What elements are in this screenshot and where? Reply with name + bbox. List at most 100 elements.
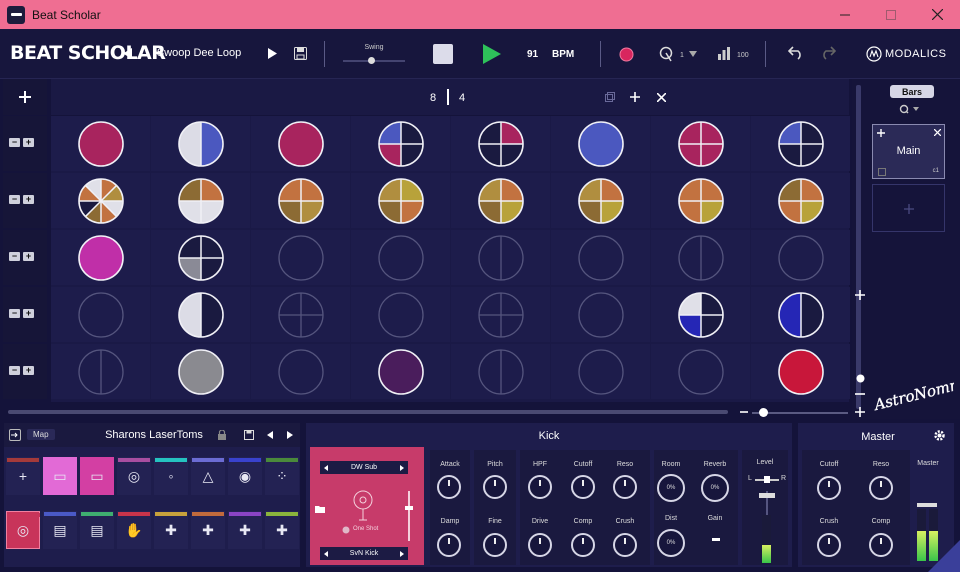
sample-top-selector[interactable]: DW Sub (320, 461, 408, 474)
resize-grip[interactable] (928, 540, 960, 572)
track-add-button[interactable]: + (23, 252, 34, 261)
add-pattern-slot[interactable] (872, 184, 945, 232)
level-handle[interactable] (759, 493, 775, 498)
step-cell[interactable] (151, 173, 250, 228)
master-cutoff-knob[interactable] (817, 476, 841, 500)
remove-step-icon[interactable] (655, 91, 667, 103)
play-button[interactable] (482, 43, 502, 65)
time-signature-bottom[interactable]: 4 (459, 92, 465, 104)
add-track-button[interactable] (15, 87, 35, 107)
loop-name[interactable]: Swoop Dee Loop (143, 47, 255, 59)
step-cell[interactable] (651, 173, 750, 228)
step-cell[interactable] (351, 116, 450, 171)
step-cell[interactable] (351, 344, 450, 399)
track-add-button[interactable]: + (23, 309, 34, 318)
crush-knob[interactable] (613, 533, 637, 557)
step-cell[interactable] (251, 173, 350, 228)
kit-pad[interactable]: ▤ (80, 511, 114, 549)
step-cell[interactable] (351, 287, 450, 342)
pattern-copy-icon[interactable] (877, 167, 886, 176)
bars-toggle[interactable]: Bars (890, 85, 934, 98)
track-remove-button[interactable]: − (9, 138, 20, 147)
step-cell[interactable] (551, 287, 650, 342)
step-cell[interactable] (51, 230, 150, 285)
kit-pad[interactable]: ◉ (228, 457, 262, 495)
add-pattern-icon[interactable] (876, 128, 885, 137)
stop-button[interactable] (433, 44, 453, 64)
step-cell[interactable] (651, 230, 750, 285)
track-add-button[interactable]: + (23, 195, 34, 204)
step-cell[interactable] (451, 116, 550, 171)
settings-gear-icon[interactable] (932, 428, 946, 442)
step-cell[interactable] (751, 116, 850, 171)
track-remove-button[interactable]: − (9, 309, 20, 318)
step-cell[interactable] (751, 287, 850, 342)
bpm-value[interactable]: 91 (527, 49, 538, 60)
step-cell[interactable] (251, 287, 350, 342)
master-reso-knob[interactable] (869, 476, 893, 500)
kit-menu-icon[interactable] (9, 429, 21, 441)
step-cell[interactable] (451, 230, 550, 285)
fine-knob[interactable] (483, 533, 507, 557)
damp-knob[interactable] (437, 533, 461, 557)
step-cell[interactable] (651, 344, 750, 399)
save-icon[interactable] (292, 45, 308, 61)
kit-pad[interactable]: ◎ (117, 457, 151, 495)
kit-pad[interactable]: ✚ (154, 511, 188, 549)
kit-pad[interactable]: ⁘ (265, 457, 299, 495)
step-cell[interactable] (651, 116, 750, 171)
kit-save-icon[interactable] (243, 429, 255, 441)
step-cell[interactable] (151, 230, 250, 285)
swing-slider-handle[interactable] (367, 57, 375, 64)
master-comp-knob[interactable] (869, 533, 893, 557)
step-cell[interactable] (251, 116, 350, 171)
kit-lock-icon[interactable] (217, 429, 227, 441)
step-cell[interactable] (451, 173, 550, 228)
attack-knob[interactable] (437, 475, 461, 499)
reso-knob[interactable] (613, 475, 637, 499)
kit-pad[interactable]: ▭ (80, 457, 114, 495)
add-step-icon[interactable] (629, 91, 641, 103)
zoom-out-vertical-button[interactable] (854, 388, 866, 400)
hpf-knob[interactable] (528, 475, 552, 499)
step-cell[interactable] (151, 116, 250, 171)
next-kit-button[interactable] (285, 429, 295, 441)
undo-icon[interactable] (787, 45, 805, 61)
kit-pad[interactable]: △ (191, 457, 225, 495)
step-cell[interactable] (351, 230, 450, 285)
dist-knob[interactable]: 0% (657, 529, 685, 557)
step-cell[interactable] (151, 287, 250, 342)
maximize-button[interactable] (868, 0, 914, 29)
step-cell[interactable] (551, 116, 650, 171)
kit-pad[interactable]: ✚ (265, 511, 299, 549)
step-cell[interactable] (751, 344, 850, 399)
step-cell[interactable] (451, 344, 550, 399)
quantize-dropdown[interactable] (898, 103, 922, 115)
track-remove-button[interactable]: − (9, 366, 20, 375)
zoom-in-corner-button[interactable] (854, 406, 866, 418)
zoom-out-horizontal-button[interactable] (738, 407, 750, 417)
track-remove-button[interactable]: − (9, 252, 20, 261)
previous-kit-button[interactable] (265, 429, 275, 441)
kit-pad[interactable]: ◎ (6, 511, 40, 549)
horizontal-scrollbar[interactable] (8, 410, 728, 414)
step-cell[interactable] (751, 230, 850, 285)
step-cell[interactable] (551, 230, 650, 285)
close-button[interactable] (914, 0, 960, 29)
step-cell[interactable] (751, 173, 850, 228)
pitch-knob[interactable] (483, 475, 507, 499)
sample-volume-slider[interactable] (408, 491, 410, 541)
step-cell[interactable] (551, 344, 650, 399)
kit-pad[interactable]: ✋ (117, 511, 151, 549)
kit-pad[interactable]: ✚ (191, 511, 225, 549)
kit-pad[interactable]: + (6, 457, 40, 495)
step-cell[interactable] (551, 173, 650, 228)
velocity-bars-icon[interactable] (717, 45, 731, 61)
reverb-knob[interactable]: 0% (701, 474, 729, 502)
one-shot-toggle[interactable] (341, 525, 350, 534)
kit-pad[interactable]: ✚ (228, 511, 262, 549)
next-loop-button[interactable] (266, 46, 278, 60)
cutoff-knob[interactable] (571, 475, 595, 499)
sample-bottom-selector[interactable]: SvN Kick (320, 547, 408, 560)
minimize-button[interactable] (822, 0, 868, 29)
